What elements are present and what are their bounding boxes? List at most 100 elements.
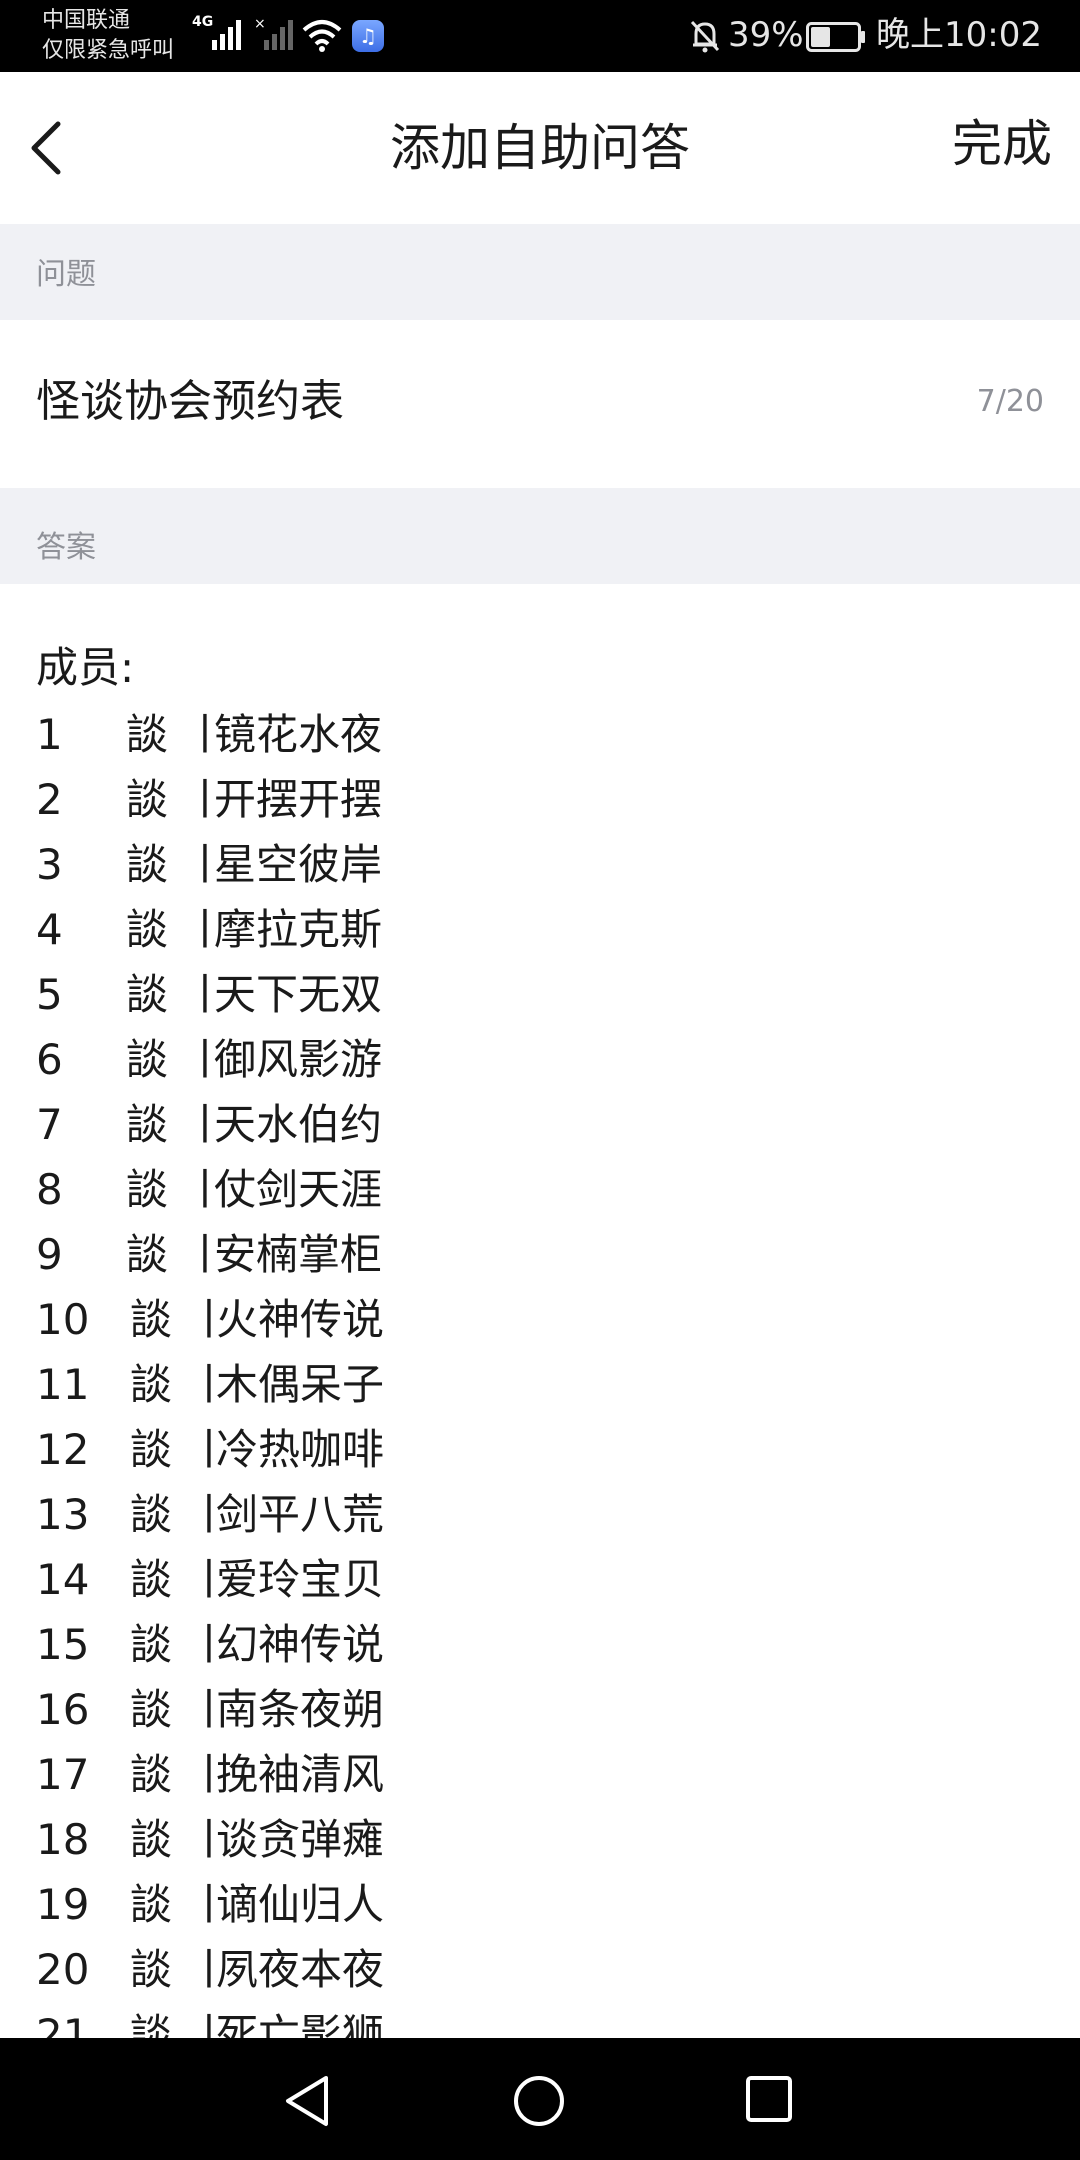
member-name: 仗剑天涯 <box>214 1165 383 1214</box>
answer-section-label: 答案 <box>36 530 96 565</box>
member-row: 1 談丨镜花水夜 <box>0 702 600 767</box>
member-guild-tag: 談 <box>130 1685 173 1734</box>
member-row: 21 談丨死亡影狮 <box>0 2002 600 2038</box>
member-row: 14 談丨爱玲宝贝 <box>0 1547 600 1612</box>
member-guild-tag: 談 <box>130 2010 173 2038</box>
answer-textarea[interactable]: 成员: 1 談丨镜花水夜 2 談丨开摆开摆 3 談丨星空彼岸 4 談丨摩拉克斯 5 談丨天下无双 6… <box>0 584 1080 2038</box>
carrier-name: 中国联通 <box>42 8 131 33</box>
member-name: 谪仙归人 <box>216 1880 385 1929</box>
answer-heading: 成员: <box>36 643 135 692</box>
system-navigation-bar <box>0 2038 1080 2160</box>
member-guild-tag: 談 <box>126 775 169 824</box>
member-number: 4 <box>36 905 63 954</box>
emergency-only-label: 仅限紧急呼叫 <box>42 38 175 63</box>
member-name: 木偶呆子 <box>216 1360 385 1409</box>
member-number: 3 <box>36 840 63 889</box>
member-name: 天下无双 <box>214 970 383 1019</box>
member-number: 15 <box>36 1620 90 1669</box>
member-guild-tag: 談 <box>130 1425 173 1474</box>
member-number: 12 <box>36 1425 90 1474</box>
member-number: 17 <box>36 1750 90 1799</box>
member-name: 御风影游 <box>214 1035 383 1084</box>
question-input[interactable]: 怪谈协会预约表 7/20 <box>0 320 1080 488</box>
answer-section-header: 答案 <box>0 488 1080 584</box>
member-name: 天水伯约 <box>214 1100 383 1149</box>
member-row: 16 談丨南条夜朔 <box>0 1677 600 1742</box>
member-number: 6 <box>36 1035 63 1084</box>
member-row: 18 談丨谈贪弹瘫 <box>0 1807 600 1872</box>
member-guild-tag: 談 <box>126 905 169 954</box>
member-row: 9 談丨安楠掌柜 <box>0 1222 600 1287</box>
member-name: 爱玲宝贝 <box>216 1555 385 1604</box>
member-guild-tag: 談 <box>130 1295 173 1344</box>
member-name: 死亡影狮 <box>216 2010 385 2038</box>
member-number: 18 <box>36 1815 90 1864</box>
member-number: 7 <box>36 1100 63 1149</box>
member-name: 南条夜朔 <box>216 1685 385 1734</box>
char-counter: 7/20 <box>976 384 1044 419</box>
status-bar: 中国联通 仅限紧急呼叫 4G × ♫ 39% 晚上10:02 <box>0 0 1080 72</box>
question-text[interactable]: 怪谈协会预约表 <box>36 374 344 430</box>
member-guild-tag: 談 <box>130 1490 173 1539</box>
member-row: 8 談丨仗剑天涯 <box>0 1157 600 1222</box>
member-guild-tag: 談 <box>126 1230 169 1279</box>
member-number: 14 <box>36 1555 90 1604</box>
member-row: 7 談丨天水伯约 <box>0 1092 600 1157</box>
member-row: 15 談丨幻神传说 <box>0 1612 600 1677</box>
member-number: 8 <box>36 1165 63 1214</box>
member-name: 星空彼岸 <box>214 840 383 889</box>
square-recent-icon[interactable] <box>744 2074 794 2124</box>
member-name: 挽袖清风 <box>216 1750 385 1799</box>
battery-percentage: 39% <box>728 15 804 55</box>
member-number: 2 <box>36 775 63 824</box>
member-row: 11 談丨木偶呆子 <box>0 1352 600 1417</box>
member-list: 1 談丨镜花水夜 2 談丨开摆开摆 3 談丨星空彼岸 4 談丨摩拉克斯 5 談丨天下无双 6 談丨御风… <box>0 702 600 2038</box>
member-row: 10 談丨火神传说 <box>0 1287 600 1352</box>
member-guild-tag: 談 <box>130 1360 173 1409</box>
member-row: 19 談丨谪仙归人 <box>0 1872 600 1937</box>
member-number: 21 <box>36 2010 90 2038</box>
member-number: 5 <box>36 970 63 1019</box>
member-name: 镜花水夜 <box>214 710 383 759</box>
member-row: 12 談丨冷热咖啡 <box>0 1417 600 1482</box>
member-number: 13 <box>36 1490 90 1539</box>
member-number: 19 <box>36 1880 90 1929</box>
battery-icon <box>806 22 865 52</box>
triangle-back-icon[interactable] <box>282 2074 334 2128</box>
member-name: 火神传说 <box>216 1295 385 1344</box>
member-name: 摩拉克斯 <box>214 905 383 954</box>
bell-off-icon <box>690 20 720 53</box>
signal-strength-icon <box>212 20 241 50</box>
member-guild-tag: 談 <box>130 1750 173 1799</box>
member-name: 冷热咖啡 <box>216 1425 385 1474</box>
done-button[interactable]: 完成 <box>952 114 1052 174</box>
nav-bar: 添加自助问答 完成 <box>0 72 1080 224</box>
member-guild-tag: 談 <box>126 1035 169 1084</box>
member-name: 夙夜本夜 <box>216 1945 385 1994</box>
member-number: 20 <box>36 1945 90 1994</box>
member-number: 11 <box>36 1360 90 1409</box>
member-guild-tag: 談 <box>130 1555 173 1604</box>
member-name: 开摆开摆 <box>214 775 383 824</box>
member-number: 16 <box>36 1685 90 1734</box>
member-name: 剑平八荒 <box>216 1490 385 1539</box>
carrier-info: 中国联通 仅限紧急呼叫 <box>42 6 174 66</box>
member-name: 幻神传说 <box>216 1620 385 1669</box>
member-row: 3 談丨星空彼岸 <box>0 832 600 897</box>
wifi-icon <box>302 20 342 52</box>
member-row: 13 談丨剑平八荒 <box>0 1482 600 1547</box>
member-guild-tag: 談 <box>126 1165 169 1214</box>
question-section-label: 问题 <box>36 257 96 292</box>
circle-home-icon[interactable] <box>512 2074 566 2128</box>
member-guild-tag: 談 <box>130 1815 173 1864</box>
status-time: 晚上10:02 <box>876 15 1042 55</box>
question-section-header: 问题 <box>0 224 1080 320</box>
svg-text:×: × <box>254 16 266 32</box>
signal-none-icon: × <box>254 16 293 50</box>
member-number: 1 <box>36 710 63 759</box>
member-guild-tag: 談 <box>126 970 169 1019</box>
member-guild-tag: 談 <box>130 1945 173 1994</box>
member-row: 4 談丨摩拉克斯 <box>0 897 600 962</box>
music-app-icon: ♫ <box>352 20 384 52</box>
member-name: 安楠掌柜 <box>214 1230 383 1279</box>
